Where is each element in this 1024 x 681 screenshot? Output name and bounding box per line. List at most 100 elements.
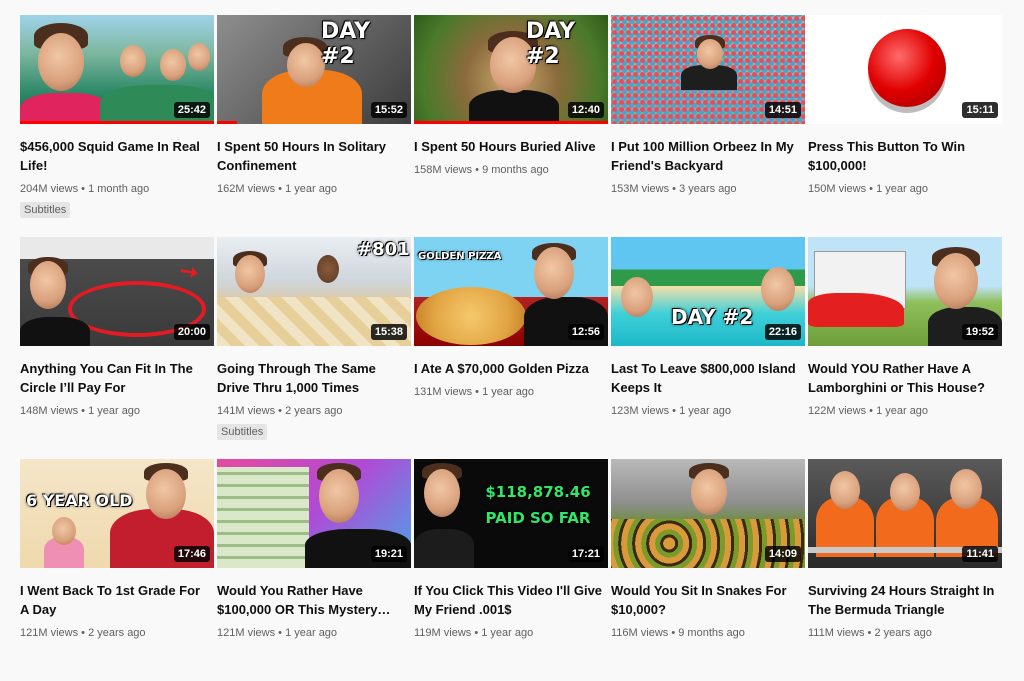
- video-card[interactable]: #801 15:38 Going Through The Same Drive …: [217, 237, 411, 459]
- thumbnail-overlay-text: $118,878.46 PAID SO FAR: [485, 483, 591, 527]
- video-title[interactable]: $456,000 Squid Game In Real Life!: [20, 137, 210, 175]
- video-thumbnail[interactable]: #801 15:38: [217, 237, 411, 346]
- duration-badge: 19:21: [370, 546, 407, 562]
- meta-separator: •: [81, 405, 85, 417]
- thumbnail-overlay-text: DAY #2: [671, 305, 754, 329]
- video-metadata: 116M views • 9 months ago: [611, 626, 805, 640]
- video-thumbnail[interactable]: 14:09: [611, 459, 805, 568]
- thumbnail-overlay-text: GOLDEN PIZZA: [418, 251, 502, 262]
- thumbnail-overlay-text: DAY #2: [321, 19, 371, 69]
- watch-progress-bar: [217, 121, 237, 124]
- video-thumbnail[interactable]: $118,878.46 PAID SO FAR 17:21: [414, 459, 608, 568]
- view-count: 111M views: [808, 627, 865, 639]
- video-title[interactable]: Surviving 24 Hours Straight In The Bermu…: [808, 581, 998, 619]
- video-title[interactable]: I Spent 50 Hours In Solitary Confinement: [217, 137, 407, 175]
- meta-separator: •: [869, 405, 873, 417]
- video-title[interactable]: Would You Rather Have $100,000 OR This M…: [217, 581, 407, 619]
- video-grid: 25:42 $456,000 Squid Game In Real Life! …: [20, 15, 1002, 681]
- video-card[interactable]: $118,878.46 PAID SO FAR 17:21 If You Cli…: [414, 459, 608, 681]
- watch-progress-bar: [20, 121, 214, 124]
- video-metadata: 148M views • 1 year ago: [20, 404, 214, 418]
- duration-badge: 22:16: [764, 324, 801, 340]
- video-card[interactable]: DAY #2 12:40 I Spent 50 Hours Buried Ali…: [414, 15, 608, 237]
- duration-badge: 17:21: [567, 546, 604, 562]
- video-thumbnail[interactable]: 15:11: [808, 15, 1002, 124]
- video-thumbnail[interactable]: 14:51: [611, 15, 805, 124]
- duration-badge: 14:09: [764, 546, 801, 562]
- video-thumbnail[interactable]: 11:41: [808, 459, 1002, 568]
- video-title[interactable]: Anything You Can Fit In The Circle I’ll …: [20, 359, 210, 397]
- video-thumbnail[interactable]: ➘ 20:00: [20, 237, 214, 346]
- video-thumbnail[interactable]: GOLDEN PIZZA 12:56: [414, 237, 608, 346]
- video-card[interactable]: DAY #2 15:52 I Spent 50 Hours In Solitar…: [217, 15, 411, 237]
- thumbnail-overlay-text: 6 YEAR OLD: [26, 491, 133, 510]
- video-thumbnail[interactable]: DAY #2 12:40: [414, 15, 608, 124]
- subtitles-badge: Subtitles: [217, 424, 268, 440]
- upload-age: 2 years ago: [874, 627, 932, 639]
- video-title[interactable]: Would YOU Rather Have A Lamborghini or T…: [808, 359, 998, 397]
- video-thumbnail[interactable]: DAY #2 22:16: [611, 237, 805, 346]
- duration-badge: 14:51: [764, 102, 801, 118]
- video-thumbnail[interactable]: DAY #2 15:52: [217, 15, 411, 124]
- video-card[interactable]: 14:09 Would You Sit In Snakes For $10,00…: [611, 459, 805, 681]
- video-card[interactable]: 14:51 I Put 100 Million Orbeez In My Fri…: [611, 15, 805, 237]
- video-metadata: 121M views • 2 years ago: [20, 626, 214, 640]
- upload-age: 9 months ago: [678, 627, 745, 639]
- video-card[interactable]: 11:41 Surviving 24 Hours Straight In The…: [808, 459, 1002, 681]
- upload-age: 1 year ago: [876, 183, 929, 195]
- video-metadata: 150M views • 1 year ago: [808, 182, 1002, 196]
- duration-badge: 15:11: [962, 102, 998, 118]
- video-thumbnail[interactable]: 19:52: [808, 237, 1002, 346]
- view-count: 119M views: [414, 627, 472, 639]
- video-metadata: 204M views • 1 month ago: [20, 182, 214, 196]
- video-title[interactable]: I Spent 50 Hours Buried Alive: [414, 137, 604, 156]
- video-card[interactable]: 19:52 Would YOU Rather Have A Lamborghin…: [808, 237, 1002, 459]
- video-thumbnail[interactable]: 19:21: [217, 459, 411, 568]
- meta-separator: •: [81, 183, 85, 195]
- video-title[interactable]: I Put 100 Million Orbeez In My Friend's …: [611, 137, 801, 175]
- duration-badge: 17:46: [173, 546, 210, 562]
- video-title[interactable]: I Ate A $70,000 Golden Pizza: [414, 359, 604, 378]
- video-thumbnail[interactable]: 25:42: [20, 15, 214, 124]
- upload-age: 9 months ago: [482, 164, 549, 176]
- video-title[interactable]: Going Through The Same Drive Thru 1,000 …: [217, 359, 407, 397]
- video-card[interactable]: 15:11 Press This Button To Win $100,000!…: [808, 15, 1002, 237]
- duration-badge: 15:38: [370, 324, 407, 340]
- video-title[interactable]: Last To Leave $800,000 Island Keeps It: [611, 359, 801, 397]
- view-count: 122M views: [808, 405, 867, 417]
- meta-separator: •: [672, 405, 676, 417]
- duration-badge: 20:00: [173, 324, 210, 340]
- video-card[interactable]: 6 YEAR OLD 17:46 I Went Back To 1st Grad…: [20, 459, 214, 681]
- pizza-icon: [416, 287, 526, 345]
- watch-progress-bar: [414, 121, 608, 124]
- view-count: 153M views: [611, 183, 670, 195]
- duration-badge: 25:42: [173, 102, 210, 118]
- video-metadata: 121M views • 1 year ago: [217, 626, 411, 640]
- upload-age: 1 year ago: [482, 386, 535, 398]
- duration-badge: 11:41: [962, 546, 998, 562]
- view-count: 123M views: [611, 405, 670, 417]
- video-title[interactable]: If You Click This Video I'll Give My Fri…: [414, 581, 604, 619]
- view-count: 204M views: [20, 183, 79, 195]
- upload-age: 1 year ago: [285, 183, 338, 195]
- upload-age: 1 month ago: [88, 183, 150, 195]
- car-icon: [808, 293, 904, 327]
- video-title[interactable]: I Went Back To 1st Grade For A Day: [20, 581, 210, 619]
- video-card[interactable]: 25:42 $456,000 Squid Game In Real Life! …: [20, 15, 214, 237]
- subtitles-badge: Subtitles: [20, 202, 71, 218]
- video-metadata: 158M views • 9 months ago: [414, 163, 608, 177]
- video-title[interactable]: Would You Sit In Snakes For $10,000?: [611, 581, 801, 619]
- upload-age: 1 year ago: [88, 405, 141, 417]
- view-count: 116M views: [611, 627, 669, 639]
- video-card[interactable]: 19:21 Would You Rather Have $100,000 OR …: [217, 459, 411, 681]
- video-card[interactable]: GOLDEN PIZZA 12:56 I Ate A $70,000 Golde…: [414, 237, 608, 459]
- thumbnail-overlay-text: DAY #2: [526, 19, 576, 69]
- meta-separator: •: [475, 164, 479, 176]
- video-metadata: 111M views • 2 years ago: [808, 626, 1002, 640]
- video-card[interactable]: DAY #2 22:16 Last To Leave $800,000 Isla…: [611, 237, 805, 459]
- video-thumbnail[interactable]: 6 YEAR OLD 17:46: [20, 459, 214, 568]
- view-count: 131M views: [414, 386, 473, 398]
- video-title[interactable]: Press This Button To Win $100,000!: [808, 137, 998, 175]
- video-card[interactable]: ➘ 20:00 Anything You Can Fit In The Circ…: [20, 237, 214, 459]
- view-count: 121M views: [217, 627, 276, 639]
